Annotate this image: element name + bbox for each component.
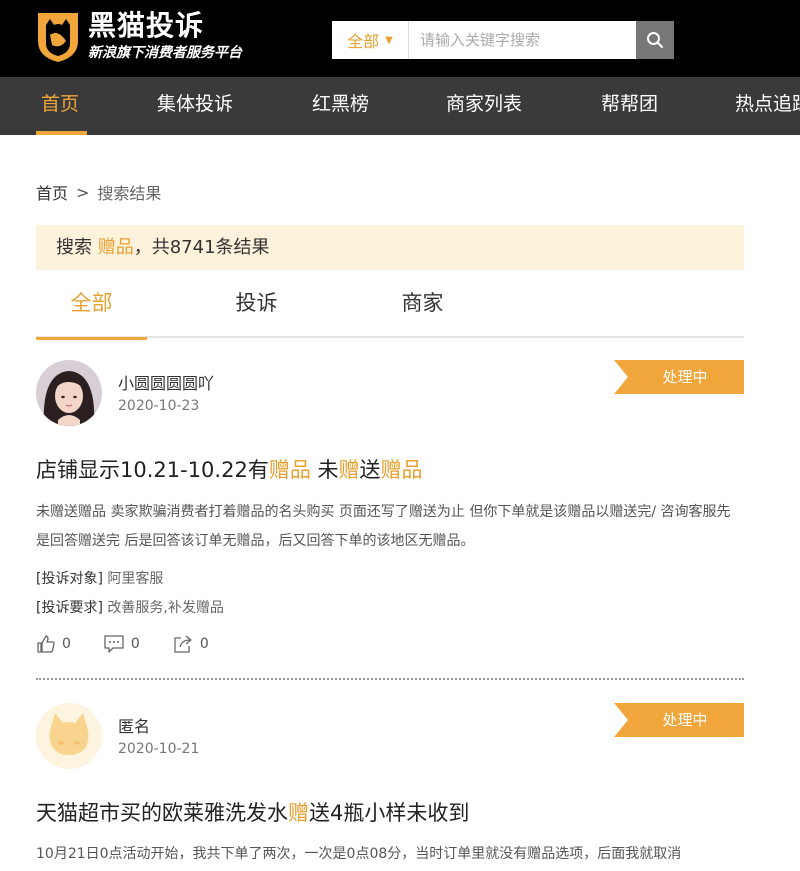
nav-active-indicator — [36, 131, 87, 135]
target-value[interactable]: 阿里客服 — [107, 571, 163, 587]
complaint-title[interactable]: 天猫超市买的欧莱雅洗发水赠送4瓶小样未收到 — [36, 797, 469, 827]
complaint-card[interactable]: 匿名 2020-10-21 处理中 天猫超市买的欧莱雅洗发水赠送4瓶小样未收到 … — [36, 703, 744, 871]
like-button[interactable]: 0 — [36, 634, 71, 654]
share-icon — [174, 635, 192, 653]
search-icon — [647, 32, 663, 48]
cat-shield-logo-icon[interactable] — [36, 11, 80, 63]
brand[interactable]: 黑猫投诉 新浪旗下消费者服务平台 — [88, 10, 242, 62]
complaint-demand-row: [投诉要求] 改善服务,补发赠品 — [36, 599, 224, 617]
main-nav: 首页 集体投诉 红黑榜 商家列表 帮帮团 热点追踪 — [0, 77, 800, 135]
brand-subtitle: 新浪旗下消费者服务平台 — [88, 45, 242, 61]
search-scope-select[interactable]: 全部 ▼ — [332, 21, 409, 59]
title-segment: 送 — [359, 458, 381, 482]
search-scope-label: 全部 — [347, 32, 380, 51]
complaint-actions: 0 0 0 — [36, 634, 241, 654]
anonymous-cat-avatar-icon — [36, 703, 102, 769]
share-count: 0 — [199, 636, 209, 652]
nav-item-hot-topics[interactable]: 热点追踪 — [735, 77, 800, 135]
comment-icon — [104, 635, 124, 653]
search-button[interactable] — [636, 21, 674, 59]
breadcrumb-current: 搜索结果 — [97, 184, 162, 203]
result-prefix: 搜索 — [56, 237, 98, 258]
tab-merchants[interactable]: 商家 — [367, 280, 478, 338]
title-keyword-highlight: 赠品 — [380, 458, 423, 482]
complaint-title[interactable]: 店铺显示10.21-10.22有赠品 未赠送赠品 — [36, 454, 423, 484]
breadcrumb: 首页 > 搜索结果 — [36, 180, 161, 204]
caret-down-icon: ▼ — [385, 34, 393, 46]
complaint-date: 2020-10-23 — [118, 398, 200, 414]
result-keyword: 赠品 — [97, 237, 134, 258]
complaint-date: 2020-10-21 — [118, 741, 200, 757]
title-keyword-highlight: 赠 — [288, 801, 309, 825]
title-segment: 送4瓶小样未收到 — [309, 801, 470, 825]
nav-item-help-group[interactable]: 帮帮团 — [601, 77, 658, 135]
target-label: [投诉对象] — [36, 571, 103, 587]
demand-label: [投诉要求] — [36, 600, 103, 616]
like-count: 0 — [62, 636, 71, 652]
complaint-card[interactable]: 小圆圆圆圆吖 2020-10-23 处理中 店铺显示10.21-10.22有赠品… — [36, 360, 744, 680]
result-count-text: ，共8741条结果 — [133, 237, 270, 258]
title-keyword-highlight: 赠品 — [268, 458, 311, 482]
card-divider — [36, 678, 744, 680]
nav-item-red-black-list[interactable]: 红黑榜 — [312, 77, 369, 135]
search-result-summary: 搜索 赠品，共8741条结果 — [36, 225, 744, 270]
tab-complaints[interactable]: 投诉 — [201, 280, 312, 338]
status-label: 处理中 — [662, 368, 708, 386]
title-segment: 未 — [310, 458, 339, 482]
title-keyword-highlight: 赠 — [338, 458, 360, 482]
header: 黑猫投诉 新浪旗下消费者服务平台 全部 ▼ — [0, 0, 800, 77]
title-segment: 店铺显示10.21-10.22有 — [36, 458, 269, 482]
title-segment: 天猫超市买的欧莱雅洗发水 — [36, 801, 288, 825]
complaint-description[interactable]: 未赠送赠品 卖家欺骗消费者打着赠品的名头购买 页面还写了赠送为止 但你下单就是该… — [36, 498, 744, 556]
complaint-username[interactable]: 匿名 — [118, 713, 150, 737]
tab-all[interactable]: 全部 — [36, 280, 147, 340]
complaint-username[interactable]: 小圆圆圆圆吖 — [118, 370, 214, 394]
brand-name: 黑猫投诉 — [88, 9, 205, 42]
user-avatar-image — [36, 360, 102, 426]
avatar[interactable] — [36, 703, 102, 769]
nav-item-merchant-list[interactable]: 商家列表 — [446, 77, 522, 135]
thumbs-up-icon — [37, 635, 55, 653]
result-tabs: 全部 投诉 商家 — [36, 280, 744, 340]
complaint-description[interactable]: 10月21日0点活动开始，我共下单了两次，一次是0点08分，当时订单里就没有赠品… — [36, 840, 744, 869]
comment-button[interactable]: 0 — [103, 634, 140, 654]
status-badge: 处理中 — [614, 703, 744, 737]
nav-item-home[interactable]: 首页 — [41, 77, 79, 135]
breadcrumb-separator: > — [76, 182, 90, 202]
share-button[interactable]: 0 — [172, 634, 209, 654]
search-input[interactable] — [409, 21, 636, 59]
comment-count: 0 — [130, 636, 140, 652]
search-bar: 全部 ▼ — [332, 21, 674, 59]
complaint-target-row: [投诉对象] 阿里客服 — [36, 570, 163, 588]
demand-value: 改善服务,补发赠品 — [107, 600, 224, 616]
breadcrumb-home-link[interactable]: 首页 — [36, 180, 68, 204]
avatar[interactable] — [36, 360, 102, 426]
status-label: 处理中 — [662, 711, 708, 729]
nav-item-collective-complaints[interactable]: 集体投诉 — [157, 77, 233, 135]
status-badge: 处理中 — [614, 360, 744, 394]
